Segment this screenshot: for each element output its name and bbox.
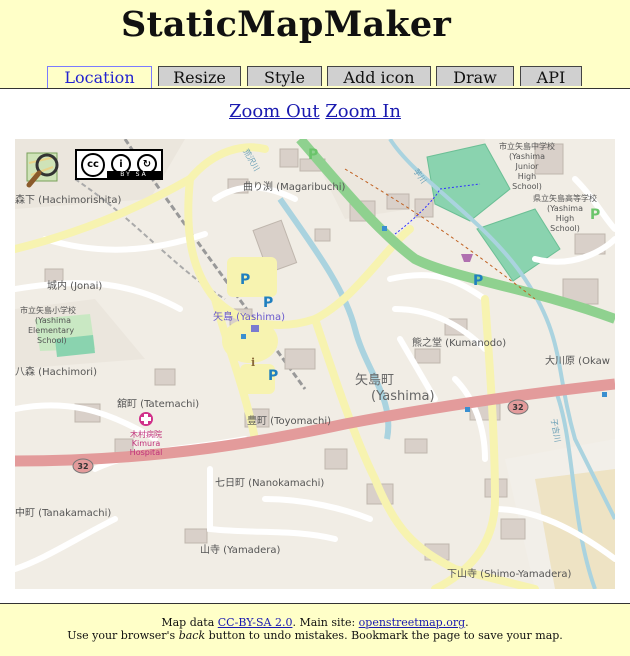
- map-label: 市立矢島中学校: [499, 141, 555, 151]
- parking-icon: P: [590, 207, 600, 223]
- license-strip: BY SA: [107, 171, 161, 179]
- svg-text:32: 32: [77, 462, 88, 471]
- license-sa: SA: [135, 171, 148, 178]
- map-label: High: [518, 172, 536, 181]
- map-label: 八森 (Hachimori): [15, 365, 97, 378]
- tab-style[interactable]: Style: [247, 66, 322, 87]
- map-label: 木村病院: [130, 429, 162, 439]
- map-label: Kimura: [132, 439, 161, 448]
- zoom-in-link[interactable]: Zoom In: [325, 101, 401, 122]
- map-label: School): [550, 224, 580, 233]
- map-label: (Yashima: [509, 152, 545, 161]
- app-title: StaticMapMaker: [121, 4, 451, 45]
- footer-text: .: [465, 616, 469, 629]
- map-label: Junior: [515, 162, 540, 171]
- osm-site-link[interactable]: openstreetmap.org: [359, 616, 465, 629]
- footer-line-2: Use your browser's back button to undo m…: [0, 629, 630, 642]
- bus-stop-icon: [382, 226, 387, 231]
- parking-icon: P: [308, 147, 318, 163]
- parking-icon: P: [240, 272, 250, 288]
- tab-add-icon[interactable]: Add icon: [327, 66, 431, 87]
- hospital-icon: [139, 412, 153, 426]
- footer-text: . Main site:: [292, 616, 359, 629]
- map-label: 舘町 (Tatemachi): [117, 397, 199, 410]
- tab-bar: Location Resize Style Add icon Draw API: [0, 66, 630, 89]
- footer-line-1: Map data CC-BY-SA 2.0. Main site: openst…: [0, 616, 630, 629]
- map-label: (Yashima): [371, 389, 435, 404]
- map-label: 城内 (Jonai): [47, 279, 102, 292]
- osm-logo-icon: [25, 149, 65, 189]
- map-label: Elementary: [28, 326, 74, 335]
- map-label: 中町 (Tanakamachi): [15, 506, 111, 519]
- map-label: 山寺 (Yamadera): [200, 544, 281, 556]
- footer: Map data CC-BY-SA 2.0. Main site: openst…: [0, 603, 630, 656]
- tab-location[interactable]: Location: [47, 66, 152, 88]
- route-shield-32: 32: [507, 399, 529, 415]
- map-label: 大川原 (Okaw: [545, 354, 610, 367]
- main-content: Zoom Out Zoom In 32 32 P P P P P P i 森下 …: [0, 89, 630, 603]
- parking-icon: P: [263, 295, 273, 311]
- map-label: 七日町 (Nanokamachi): [215, 477, 324, 489]
- header: StaticMapMaker Location Resize Style Add…: [0, 0, 630, 89]
- info-icon: i: [251, 356, 255, 369]
- station-icon: [251, 325, 259, 332]
- map-label: 矢島町: [355, 373, 394, 388]
- station-label: 矢島 (Yashima): [213, 310, 285, 323]
- bus-stop-icon: [602, 392, 607, 397]
- map-label: School): [37, 336, 67, 345]
- map-view[interactable]: 32 32 P P P P P P i 森下 (Hachimorishita) …: [15, 139, 615, 589]
- map-label: 下山寺 (Shimo-Yamadera): [447, 568, 571, 580]
- parking-icon: P: [268, 368, 278, 384]
- footer-text: button to undo mistakes. Bookmark the pa…: [205, 629, 563, 642]
- tab-api[interactable]: API: [520, 66, 582, 87]
- tab-resize[interactable]: Resize: [158, 66, 241, 87]
- footer-text: Map data: [161, 616, 218, 629]
- parking-icon: P: [473, 273, 483, 289]
- bus-stop-icon: [465, 407, 470, 412]
- map-label: 豊町 (Toyomachi): [247, 414, 331, 427]
- map-label: (Yashima: [35, 316, 71, 325]
- map-label: 県立矢島高等学校: [533, 193, 597, 203]
- map-label: Hospital: [130, 448, 163, 457]
- map-label: School): [512, 182, 542, 191]
- map-label: (Yashima: [547, 204, 583, 213]
- bus-stop-icon: [241, 334, 246, 339]
- map-label: High: [556, 214, 574, 223]
- license-by: BY: [120, 171, 132, 178]
- svg-text:32: 32: [512, 403, 523, 412]
- map-label: 市立矢島小学校: [20, 305, 76, 315]
- cc-icon: cc: [81, 153, 105, 177]
- tab-draw[interactable]: Draw: [436, 66, 514, 87]
- license-link[interactable]: CC-BY-SA 2.0: [218, 616, 293, 629]
- map-label: 熊之堂 (Kumanodo): [412, 336, 506, 349]
- map-label: 曲り渕 (Magaribuchi): [243, 180, 346, 193]
- footer-text: Use your browser's: [67, 629, 179, 642]
- map-canvas[interactable]: 32 32 P P P P P P i 森下 (Hachimorishita) …: [15, 139, 615, 589]
- cc-license-badge[interactable]: cc i ↻ BY SA: [75, 149, 163, 180]
- footer-emphasis: back: [178, 629, 206, 642]
- route-shield-32: 32: [72, 458, 94, 474]
- map-label: 森下 (Hachimorishita): [15, 193, 121, 206]
- zoom-out-link[interactable]: Zoom Out: [229, 101, 320, 122]
- zoom-controls: Zoom Out Zoom In: [0, 101, 630, 122]
